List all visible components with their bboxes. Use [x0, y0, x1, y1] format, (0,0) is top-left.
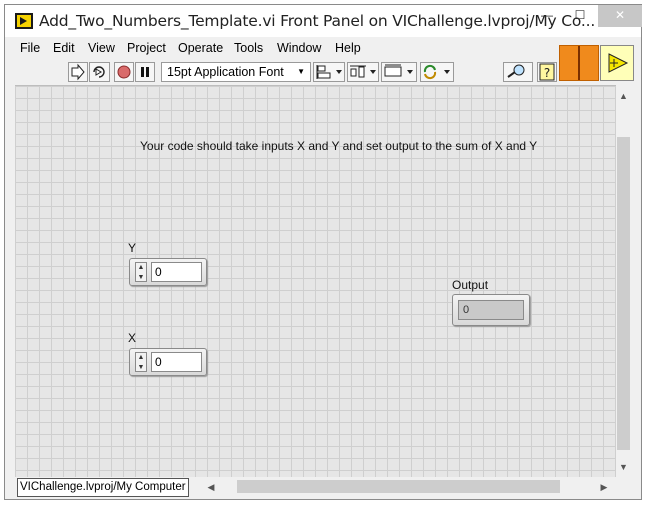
abort-button[interactable]: [114, 62, 134, 82]
window-title: Add_Two_Numbers_Template.vi Front Panel …: [39, 12, 596, 30]
vi-icon-pane[interactable]: [559, 45, 599, 81]
minimize-button[interactable]: —: [532, 5, 562, 27]
reorder-icon: [423, 64, 450, 80]
output-value: 0: [458, 300, 524, 320]
vertical-scrollbar[interactable]: ▲ ▼: [616, 85, 631, 477]
context-help-button[interactable]: ?: [537, 62, 557, 82]
instruction-text: Your code should take inputs X and Y and…: [140, 139, 538, 153]
close-button[interactable]: ✕: [598, 5, 642, 27]
x-increment-decrement[interactable]: ▲ ▼: [135, 352, 147, 372]
vi-front-panel-window: Add_Two_Numbers_Template.vi Front Panel …: [4, 4, 642, 500]
y-label: Y: [128, 241, 137, 255]
increment-icon[interactable]: ▲: [136, 263, 146, 272]
resize-objects-button[interactable]: [381, 62, 417, 82]
reorder-button[interactable]: [420, 62, 454, 82]
status-bar: VIChallenge.lvproj/My Computer ◀ ▶: [15, 477, 631, 497]
context-help-icon: ?: [539, 63, 555, 81]
x-numeric-control[interactable]: ▲ ▼ 0: [129, 348, 207, 376]
y-value[interactable]: 0: [151, 262, 202, 282]
toolbar: 15pt Application Font ▼ ?: [5, 59, 641, 85]
menu-help[interactable]: Help: [335, 41, 361, 55]
menu-operate[interactable]: Operate: [178, 41, 223, 55]
x-value[interactable]: 0: [151, 352, 202, 372]
output-numeric-indicator: 0: [452, 294, 530, 326]
scroll-left-icon[interactable]: ◀: [204, 478, 218, 496]
decrement-icon[interactable]: ▼: [136, 273, 146, 282]
menu-edit[interactable]: Edit: [53, 41, 75, 55]
font-select[interactable]: 15pt Application Font ▼: [161, 62, 311, 82]
menu-tools[interactable]: Tools: [234, 41, 263, 55]
scroll-right-icon[interactable]: ▶: [597, 478, 611, 496]
distribute-objects-icon: [350, 65, 376, 78]
front-panel-canvas[interactable]: Your code should take inputs X and Y and…: [15, 85, 616, 478]
increment-icon[interactable]: ▲: [136, 353, 146, 362]
y-numeric-control[interactable]: ▲ ▼ 0: [129, 258, 207, 286]
labview-vi-icon: [15, 13, 33, 29]
scroll-up-icon[interactable]: ▲: [616, 89, 631, 104]
run-arrow-icon: [71, 63, 85, 81]
abort-icon: [117, 65, 131, 79]
search-icon: [507, 64, 525, 78]
vertical-scroll-thumb[interactable]: [617, 137, 630, 450]
run-continuously-button[interactable]: [89, 62, 110, 82]
menu-bar: File Edit View Project Operate Tools Win…: [5, 38, 641, 58]
menu-window[interactable]: Window: [277, 41, 321, 55]
scroll-down-icon[interactable]: ▼: [616, 460, 631, 475]
x-label: X: [128, 331, 137, 345]
horizontal-scroll-thumb[interactable]: [237, 480, 560, 493]
maximize-button[interactable]: ☐: [565, 5, 595, 27]
search-button[interactable]: [503, 62, 533, 82]
font-select-value: 15pt Application Font: [167, 65, 284, 79]
resize-objects-icon: [384, 64, 413, 77]
chevron-down-icon: ▼: [297, 67, 305, 76]
output-label: Output: [452, 278, 489, 292]
menu-view[interactable]: View: [88, 41, 115, 55]
application-instance-label[interactable]: VIChallenge.lvproj/My Computer: [17, 478, 189, 497]
title-bar[interactable]: Add_Two_Numbers_Template.vi Front Panel …: [5, 5, 642, 37]
run-continuously-icon: [93, 66, 105, 78]
menu-project[interactable]: Project: [127, 41, 166, 55]
connector-run-icon: [608, 53, 629, 73]
vi-icon-divider: [578, 46, 580, 80]
connector-pane[interactable]: [600, 45, 634, 81]
menu-file[interactable]: File: [20, 41, 40, 55]
decrement-icon[interactable]: ▼: [136, 363, 146, 372]
pause-button[interactable]: [135, 62, 155, 82]
align-objects-button[interactable]: [313, 62, 345, 82]
svg-text:?: ?: [544, 66, 550, 80]
y-increment-decrement[interactable]: ▲ ▼: [135, 262, 147, 282]
pause-icon: [141, 67, 149, 77]
distribute-objects-button[interactable]: [347, 62, 379, 82]
align-objects-icon: [316, 65, 342, 79]
run-arrow-button[interactable]: [68, 62, 88, 82]
